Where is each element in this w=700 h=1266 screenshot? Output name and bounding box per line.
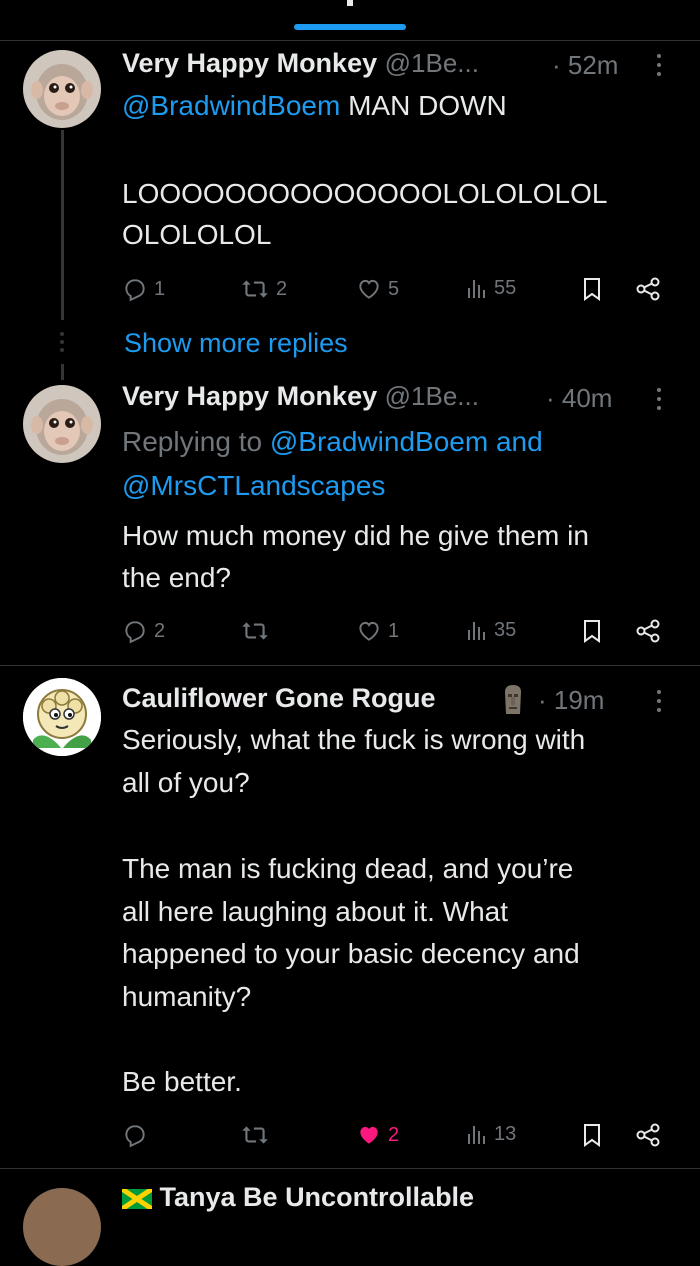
active-tab-indicator xyxy=(294,24,406,30)
views-icon xyxy=(468,1126,485,1144)
timestamp[interactable]: · 40m xyxy=(546,383,612,414)
replying-to-label: Replying to xyxy=(122,426,263,457)
repost-icon xyxy=(242,280,268,298)
views-button[interactable]: 13 xyxy=(466,1122,516,1146)
timestamp[interactable]: · 19m xyxy=(538,685,604,716)
replying-to-line: @MrsCTLandscapes xyxy=(122,464,682,508)
view-count: 13 xyxy=(494,1122,517,1145)
like-button[interactable]: 1 xyxy=(356,618,399,644)
author-handle[interactable]: @1Be... xyxy=(385,381,479,411)
bookmark-button[interactable] xyxy=(580,276,604,302)
like-button[interactable]: 5 xyxy=(356,276,399,302)
repost-button[interactable] xyxy=(240,1122,276,1148)
like-button[interactable]: 2 xyxy=(356,1122,399,1148)
view-count: 55 xyxy=(494,276,517,299)
tweet-text-line: Seriously, what the fuck is wrong with xyxy=(122,724,586,755)
reply-icon xyxy=(125,279,145,302)
timestamp[interactable]: · 52m xyxy=(552,50,618,81)
author-name[interactable]: Cauliflower Gone Rogue xyxy=(122,683,436,714)
like-count: 5 xyxy=(388,277,400,300)
share-button[interactable] xyxy=(634,618,662,644)
avatar-cauliflower[interactable] xyxy=(23,678,101,756)
tweet-text-line: all here laughing about it. What xyxy=(122,896,509,927)
share-button[interactable] xyxy=(634,276,662,302)
tweet-text-line: LOOOOOOOOOOOOOOLOLOLOLOL xyxy=(122,178,608,209)
replying-to-line: Replying to @BradwindBoem and xyxy=(122,420,682,464)
tweet-divider xyxy=(0,665,700,666)
repost-icon xyxy=(242,622,268,640)
bookmark-icon xyxy=(584,620,600,643)
thread-line xyxy=(61,364,64,380)
tweet-text-line: MAN DOWN xyxy=(348,90,507,121)
share-icon xyxy=(636,619,660,643)
top-tab-bar xyxy=(0,0,700,41)
author-display-name[interactable]: Cauliflower Gone Rogue xyxy=(122,683,436,713)
author-display-name[interactable]: Very Happy Monkey xyxy=(122,48,377,78)
tweet-text-line: The man is fucking dead, and you’re xyxy=(122,853,574,884)
heart-icon xyxy=(359,621,379,641)
author-display-name[interactable]: Tanya Be Uncontrollable xyxy=(160,1182,475,1212)
tweet-text-line: Be better. xyxy=(122,1066,242,1097)
reply-icon xyxy=(125,621,145,644)
bookmark-button[interactable] xyxy=(580,618,604,644)
mention-link[interactable]: @MrsCTLandscapes xyxy=(122,470,385,501)
bookmark-icon xyxy=(584,1124,600,1147)
share-icon xyxy=(636,277,660,301)
more-icon[interactable] xyxy=(657,54,663,81)
replying-and-link[interactable]: and xyxy=(496,426,543,457)
tweet-text-line: OLOLOLOL xyxy=(122,219,272,250)
moai-icon xyxy=(505,685,521,714)
moai-emoji xyxy=(499,682,527,716)
views-button[interactable]: 55 xyxy=(466,276,516,300)
tweet-text-line: the end? xyxy=(122,562,231,593)
tweet-text-line: all of you? xyxy=(122,767,250,798)
view-count: 35 xyxy=(494,618,517,641)
reply-count: 2 xyxy=(154,619,166,642)
repost-icon xyxy=(242,1126,268,1144)
heart-icon xyxy=(359,279,379,299)
mention-link[interactable]: @BradwindBoem xyxy=(270,426,488,457)
tweet-text-line: happened to your basic decency and xyxy=(122,938,580,969)
repost-button[interactable]: 2 xyxy=(240,276,287,302)
show-more-replies-button[interactable]: Show more replies xyxy=(124,328,348,359)
more-icon[interactable] xyxy=(657,388,663,415)
author-display-name[interactable]: Very Happy Monkey xyxy=(122,381,377,411)
author-name-peek[interactable]: Tanya Be Uncontrollable xyxy=(120,1182,475,1213)
repost-count: 2 xyxy=(276,277,288,300)
reply-icon xyxy=(125,1125,145,1148)
reply-button[interactable]: 1 xyxy=(122,276,165,302)
author-handle[interactable]: @1Be... xyxy=(385,48,479,78)
flag-icon xyxy=(120,1186,154,1211)
views-icon xyxy=(468,622,485,640)
reply-count: 1 xyxy=(154,277,166,300)
reply-button[interactable]: 2 xyxy=(122,618,165,644)
tab-stub xyxy=(347,0,353,6)
tweet-divider xyxy=(0,1168,700,1169)
author-name[interactable]: Very Happy Monkey @1Be... xyxy=(122,48,479,79)
views-icon xyxy=(468,280,485,298)
like-count: 2 xyxy=(388,1123,400,1146)
repost-button[interactable] xyxy=(240,618,276,644)
tweet-text-line: humanity? xyxy=(122,981,252,1012)
tweet-text: @BradwindBoem MAN DOWN xyxy=(122,84,682,128)
author-name[interactable]: Very Happy Monkey @1Be... xyxy=(122,381,479,412)
avatar-monkey[interactable] xyxy=(23,50,101,128)
avatar-monkey[interactable] xyxy=(23,385,101,463)
bookmark-icon xyxy=(584,278,600,301)
thread-dots xyxy=(59,332,65,356)
share-icon xyxy=(636,1123,660,1147)
tweet-text-line: How much money did he give them in xyxy=(122,520,589,551)
share-button[interactable] xyxy=(634,1122,662,1148)
reply-button[interactable] xyxy=(122,1122,154,1148)
thread-line xyxy=(61,130,64,320)
mention-link[interactable]: @BradwindBoem xyxy=(122,90,340,121)
views-button[interactable]: 35 xyxy=(466,618,516,642)
like-count: 1 xyxy=(388,619,400,642)
more-icon[interactable] xyxy=(657,690,663,717)
bookmark-button[interactable] xyxy=(580,1122,604,1148)
heart-icon xyxy=(360,1126,378,1144)
